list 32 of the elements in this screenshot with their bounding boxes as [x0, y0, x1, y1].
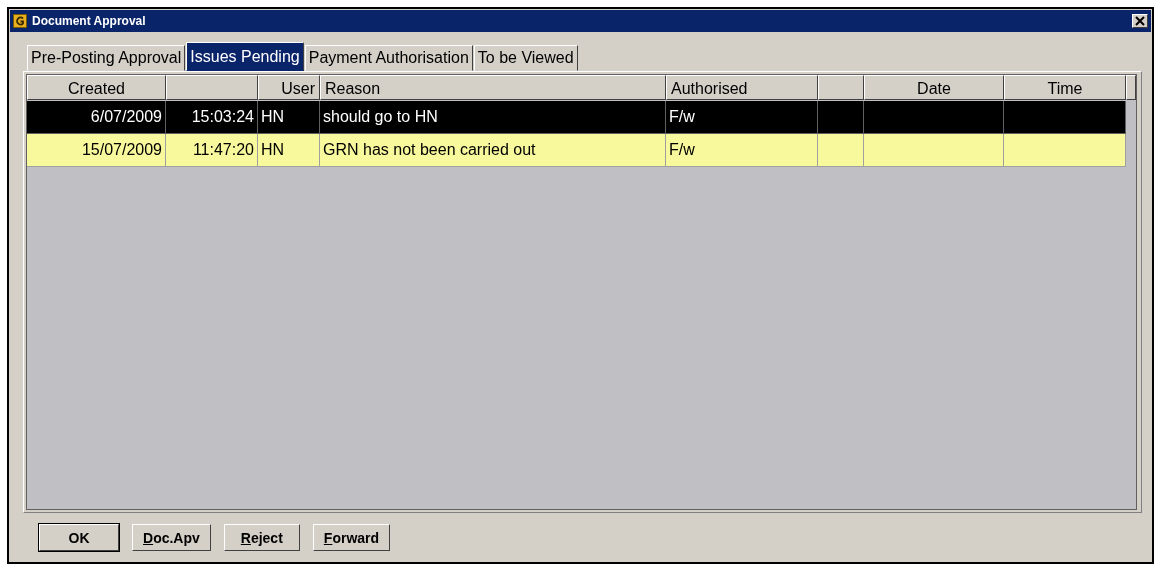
tab[interactable]: Payment Authorisation	[304, 45, 473, 71]
table-cell: GRN has not been carried out	[320, 134, 666, 167]
column-header[interactable]: Time	[1004, 75, 1126, 100]
column-header[interactable]	[818, 75, 864, 100]
table-cell: F/w	[666, 101, 818, 134]
action-button[interactable]: Doc.Apv	[132, 524, 211, 551]
tab[interactable]: Pre-Posting Approval	[27, 45, 186, 71]
app-logo-icon	[13, 14, 27, 28]
column-header[interactable]: Created	[27, 75, 166, 100]
column-header[interactable]: User	[258, 75, 320, 100]
table-cell: 11:47:20	[166, 134, 258, 167]
column-header[interactable]: Authorised	[666, 75, 818, 100]
table-cell: HN	[258, 134, 320, 167]
window-title: Document Approval	[32, 14, 147, 28]
table-row[interactable]: 15/07/2009 11:47:20 HN GRN has not been carried out F/w	[27, 134, 1136, 167]
table-cell: 15/07/2009	[27, 134, 166, 167]
action-button[interactable]: OK	[39, 524, 119, 551]
column-header[interactable]: Reason	[320, 75, 666, 100]
column-header[interactable]	[166, 75, 258, 100]
table-row[interactable]: 6/07/2009 15:03:24 HN should go to HN F/w	[27, 101, 1136, 134]
action-button[interactable]: Reject	[223, 524, 300, 551]
table-cell: HN	[258, 101, 320, 134]
column-header	[1126, 75, 1136, 100]
table-cell: F/w	[666, 134, 818, 167]
column-header[interactable]: Date	[864, 75, 1004, 100]
action-button[interactable]: Forward	[312, 524, 391, 551]
table-cell: should go to HN	[320, 101, 666, 134]
close-button[interactable]	[1132, 14, 1148, 28]
tab[interactable]: To be Viewed	[473, 45, 578, 71]
tab[interactable]: Issues Pending	[186, 42, 304, 71]
table-cell: 6/07/2009	[27, 101, 166, 134]
table-cell: 15:03:24	[166, 101, 258, 134]
